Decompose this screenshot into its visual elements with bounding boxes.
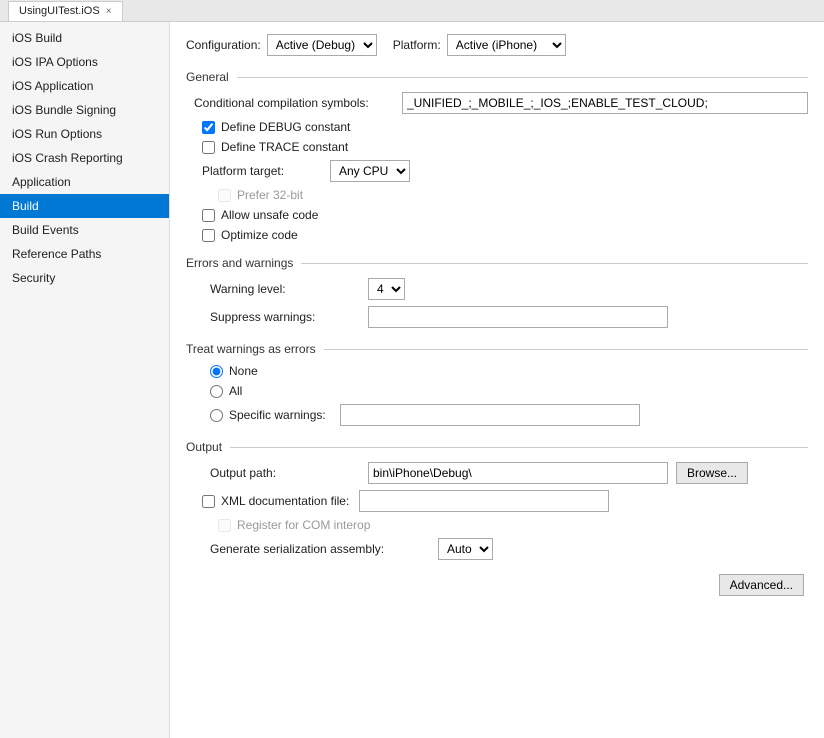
configuration-label: Configuration: xyxy=(186,38,261,52)
suppress-warnings-row: Suppress warnings: xyxy=(186,306,808,328)
allow-unsafe-row: Allow unsafe code xyxy=(186,208,808,222)
title-tab[interactable]: UsingUITest.iOS × xyxy=(8,1,123,21)
treat-warnings-all-row: All xyxy=(186,384,808,398)
allow-unsafe-checkbox[interactable] xyxy=(202,209,215,222)
platform-target-select[interactable]: Any CPU x86 x64 ARM xyxy=(330,160,410,182)
gen-serialization-select[interactable]: Auto On Off xyxy=(438,538,493,560)
content-area: Configuration: Active (Debug) Debug Rele… xyxy=(170,22,824,738)
platform-target-label: Platform target: xyxy=(202,164,322,178)
warning-level-select[interactable]: 4 0 1 2 3 xyxy=(368,278,405,300)
define-trace-row: Define TRACE constant xyxy=(186,140,808,154)
ccs-label: Conditional compilation symbols: xyxy=(194,96,394,110)
platform-item: Platform: Active (iPhone) iPhone iPhoneS… xyxy=(393,34,566,56)
output-path-input[interactable] xyxy=(368,462,668,484)
ccs-input[interactable] xyxy=(402,92,808,114)
com-interop-row: Register for COM interop xyxy=(186,518,808,532)
prefer-32bit-row: Prefer 32-bit xyxy=(186,188,808,202)
warning-level-row: Warning level: 4 0 1 2 3 xyxy=(186,278,808,300)
gen-serialization-row: Generate serialization assembly: Auto On… xyxy=(186,538,808,560)
config-row: Configuration: Active (Debug) Debug Rele… xyxy=(186,34,808,56)
suppress-warnings-input[interactable] xyxy=(368,306,668,328)
optimize-label: Optimize code xyxy=(221,228,298,242)
sidebar-item-security[interactable]: Security xyxy=(0,266,169,290)
configuration-select[interactable]: Active (Debug) Debug Release xyxy=(267,34,377,56)
allow-unsafe-label: Allow unsafe code xyxy=(221,208,318,222)
output-path-row: Output path: Browse... xyxy=(186,462,808,484)
errors-warnings-header: Errors and warnings xyxy=(186,256,808,270)
output-label: Output xyxy=(186,440,222,454)
com-interop-label: Register for COM interop xyxy=(237,518,370,532)
treat-warnings-specific-row: Specific warnings: xyxy=(186,404,808,426)
prefer-32bit-checkbox[interactable] xyxy=(218,189,231,202)
xml-doc-row: XML documentation file: xyxy=(186,490,808,512)
com-interop-checkbox[interactable] xyxy=(218,519,231,532)
sidebar-item-ios-run-options[interactable]: iOS Run Options xyxy=(0,122,169,146)
browse-button[interactable]: Browse... xyxy=(676,462,748,484)
xml-doc-checkbox[interactable] xyxy=(202,495,215,508)
gen-serialization-label: Generate serialization assembly: xyxy=(210,542,430,556)
warning-level-label: Warning level: xyxy=(210,282,360,296)
suppress-warnings-label: Suppress warnings: xyxy=(210,310,360,324)
title-bar: UsingUITest.iOS × xyxy=(0,0,824,22)
treat-warnings-label: Treat warnings as errors xyxy=(186,342,316,356)
treat-warnings-none-radio[interactable] xyxy=(210,365,223,378)
define-trace-label: Define TRACE constant xyxy=(221,140,348,154)
define-debug-row: Define DEBUG constant xyxy=(186,120,808,134)
errors-warnings-label: Errors and warnings xyxy=(186,256,293,270)
general-section-label: General xyxy=(186,70,229,84)
sidebar-item-ios-build[interactable]: iOS Build xyxy=(0,26,169,50)
optimize-row: Optimize code xyxy=(186,228,808,242)
advanced-button[interactable]: Advanced... xyxy=(719,574,804,596)
optimize-checkbox[interactable] xyxy=(202,229,215,242)
treat-warnings-specific-radio[interactable] xyxy=(210,409,223,422)
treat-warnings-none-label: None xyxy=(229,364,258,378)
title-tab-label: UsingUITest.iOS xyxy=(19,5,100,17)
xml-doc-label: XML documentation file: xyxy=(221,494,349,508)
configuration-item: Configuration: Active (Debug) Debug Rele… xyxy=(186,34,377,56)
xml-doc-input[interactable] xyxy=(359,490,609,512)
output-section: Output Output path: Browse... XML docume… xyxy=(186,440,808,560)
platform-select[interactable]: Active (iPhone) iPhone iPhoneSimulator A… xyxy=(447,34,566,56)
prefer-32bit-label: Prefer 32-bit xyxy=(237,188,303,202)
errors-warnings-section: Errors and warnings Warning level: 4 0 1… xyxy=(186,256,808,328)
define-trace-checkbox[interactable] xyxy=(202,141,215,154)
sidebar-item-build[interactable]: Build xyxy=(0,194,169,218)
sidebar-item-ios-crash-reporting[interactable]: iOS Crash Reporting xyxy=(0,146,169,170)
sidebar-item-reference-paths[interactable]: Reference Paths xyxy=(0,242,169,266)
sidebar-item-application[interactable]: Application xyxy=(0,170,169,194)
general-section-header: General xyxy=(186,70,808,84)
treat-warnings-none-row: None xyxy=(186,364,808,378)
treat-warnings-specific-input[interactable] xyxy=(340,404,640,426)
define-debug-checkbox[interactable] xyxy=(202,121,215,134)
sidebar-item-ios-ipa-options[interactable]: iOS IPA Options xyxy=(0,50,169,74)
platform-target-row: Platform target: Any CPU x86 x64 ARM xyxy=(186,160,808,182)
treat-warnings-all-label: All xyxy=(229,384,242,398)
treat-warnings-section: Treat warnings as errors None All Specif… xyxy=(186,342,808,426)
output-path-label: Output path: xyxy=(210,466,360,480)
main-layout: iOS BuildiOS IPA OptionsiOS Applicationi… xyxy=(0,22,824,738)
ccs-row: Conditional compilation symbols: xyxy=(186,92,808,114)
output-header: Output xyxy=(186,440,808,454)
sidebar-item-build-events[interactable]: Build Events xyxy=(0,218,169,242)
sidebar: iOS BuildiOS IPA OptionsiOS Applicationi… xyxy=(0,22,170,738)
treat-warnings-header: Treat warnings as errors xyxy=(186,342,808,356)
general-section: General Conditional compilation symbols:… xyxy=(186,70,808,242)
close-icon[interactable]: × xyxy=(106,6,112,17)
platform-label: Platform: xyxy=(393,38,441,52)
treat-warnings-specific-label: Specific warnings: xyxy=(229,408,326,422)
treat-warnings-all-radio[interactable] xyxy=(210,385,223,398)
advanced-row: Advanced... xyxy=(186,574,808,596)
define-debug-label: Define DEBUG constant xyxy=(221,120,350,134)
sidebar-item-ios-bundle-signing[interactable]: iOS Bundle Signing xyxy=(0,98,169,122)
sidebar-item-ios-application[interactable]: iOS Application xyxy=(0,74,169,98)
